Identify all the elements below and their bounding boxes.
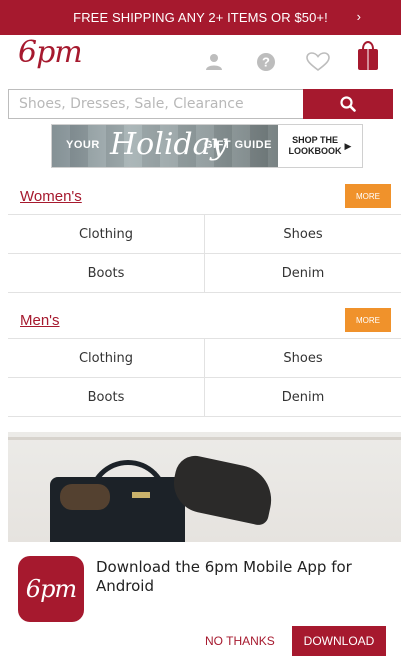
wall-rail [8,437,401,440]
mens-shoes-link[interactable]: Shoes [205,339,401,377]
6pm-app-icon: 6pm [18,556,84,622]
womens-more-button[interactable]: MORE [345,184,391,208]
banner-gift-guide-text: GIFT GUIDE [204,139,272,151]
womens-title-link[interactable]: Women's [20,188,82,205]
category-row: Clothing Shoes [8,215,401,254]
mens-boots-link[interactable]: Boots [8,378,205,416]
app-download-banner: 6pm Download the 6pm Mobile App for Andr… [0,542,401,656]
mens-section-header: Men's MORE [0,308,401,338]
app-download-message: Download the 6pm Mobile App for Android [96,558,352,595]
handbag-logo-plate [132,492,150,498]
hero-product-image[interactable] [8,432,401,542]
shopping-bag-icon[interactable] [356,41,380,70]
shop-lookbook-label: SHOP THE LOOKBOOK [288,135,342,156]
womens-boots-link[interactable]: Boots [8,254,205,292]
no-thanks-button[interactable]: NO THANKS [205,634,275,648]
play-arrow-icon: ▶ [344,140,352,151]
user-icon[interactable] [202,51,226,73]
womens-category-grid: Clothing Shoes Boots Denim [8,214,401,293]
site-header: 6pm ? [0,35,401,85]
mens-clothing-link[interactable]: Clothing [8,339,205,377]
free-shipping-promo-bar[interactable]: FREE SHIPPING ANY 2+ ITEMS OR $50+! › [0,0,401,35]
shop-lookbook-link[interactable]: SHOP THE LOOKBOOK ▶ [278,125,362,167]
category-row: Boots Denim [8,378,401,417]
womens-section-header: Women's MORE [0,184,401,214]
search-button[interactable] [303,89,393,119]
search-bar [8,89,401,119]
heart-icon[interactable] [306,51,330,73]
promo-text: FREE SHIPPING ANY 2+ ITEMS OR $50+! [73,10,328,25]
search-icon [340,96,356,112]
download-button[interactable]: DOWNLOAD [292,626,386,656]
category-row: Boots Denim [8,254,401,293]
womens-clothing-link[interactable]: Clothing [8,215,205,253]
womens-shoes-link[interactable]: Shoes [205,215,401,253]
6pm-logo[interactable]: 6pm [18,35,83,70]
womens-denim-link[interactable]: Denim [205,254,401,292]
search-input[interactable] [8,89,303,119]
banner-your-text: YOUR [66,139,100,151]
svg-text:?: ? [262,55,270,70]
chevron-right-icon: › [356,9,361,24]
mens-denim-link[interactable]: Denim [205,378,401,416]
mens-category-grid: Clothing Shoes Boots Denim [8,338,401,417]
sunglasses [60,484,110,510]
mens-title-link[interactable]: Men's [20,312,60,329]
category-row: Clothing Shoes [8,339,401,378]
mens-more-button[interactable]: MORE [345,308,391,332]
help-icon[interactable]: ? [254,51,278,73]
holiday-gift-guide-banner[interactable]: YOUR Holiday GIFT GUIDE SHOP THE LOOKBOO… [51,124,363,168]
